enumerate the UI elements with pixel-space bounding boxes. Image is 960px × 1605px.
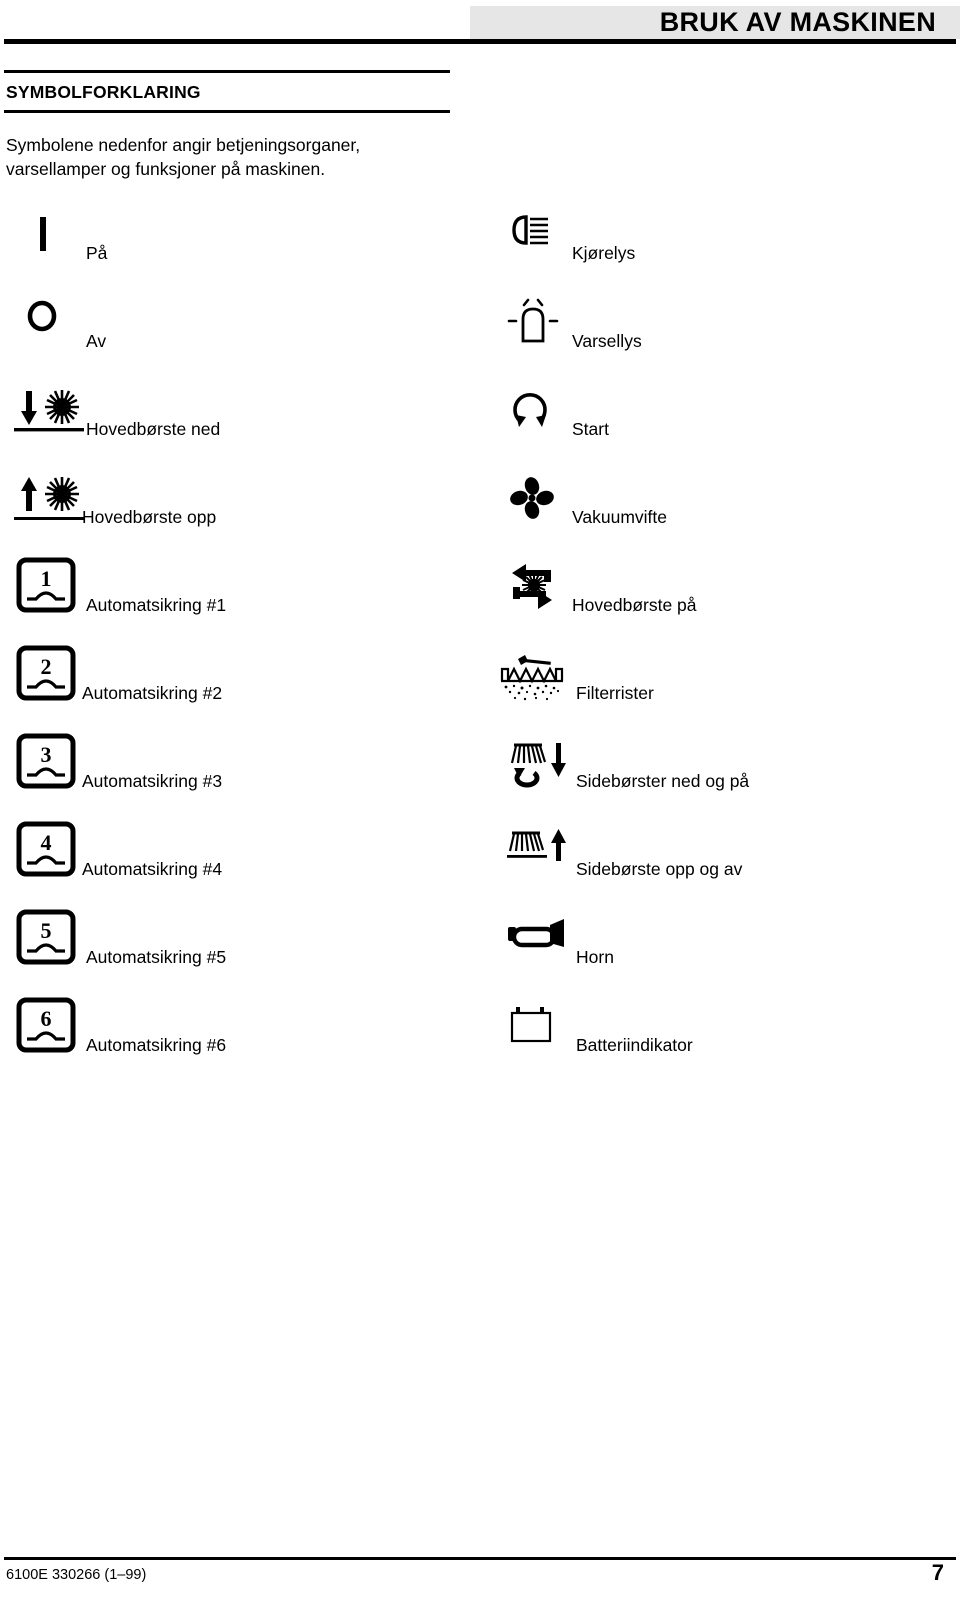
intro-paragraph: Symbolene nedenfor angir betjeningsorgan… — [6, 135, 361, 179]
symbol-label: Hovedbørste ned — [86, 419, 221, 439]
section-title: SYMBOLFORKLARING — [6, 82, 201, 102]
symbol-label: Kjørelys — [572, 243, 636, 263]
circuit-breaker-3-icon: 3 — [16, 733, 76, 789]
symbol-label: Automatsikring #4 — [82, 859, 223, 879]
symbol-row: På — [8, 205, 478, 293]
side-brush-up-off-icon — [500, 825, 570, 877]
symbol-row: Filterrister — [490, 645, 960, 733]
symbol-label: Vakuumvifte — [572, 507, 667, 527]
battery-indicator-icon — [504, 1003, 568, 1051]
svg-text:2: 2 — [41, 654, 52, 679]
symbol-label: Batteriindikator — [576, 1035, 693, 1055]
circuit-breaker-1-icon: 1 — [16, 557, 76, 613]
svg-text:3: 3 — [41, 742, 52, 767]
symbol-row: Start — [490, 381, 960, 469]
symbol-label: Start — [572, 419, 609, 439]
symbol-label: Automatsikring #5 — [86, 947, 227, 967]
symbol-row: Av — [8, 293, 478, 381]
footer-document-code: 6100E 330266 (1–99) — [6, 1567, 147, 1583]
circuit-breaker-5-icon: 5 — [16, 909, 76, 965]
symbol-row: Batteriindikator — [490, 997, 960, 1085]
footer-page-number: 7 — [931, 1560, 944, 1585]
symbol-row: Sidebørste opp og av — [490, 821, 960, 909]
symbol-row: Varsellys — [490, 293, 960, 381]
symbol-label: På — [86, 243, 108, 263]
symbol-label: Sidebørster ned og på — [576, 771, 750, 791]
circuit-breaker-4-icon: 4 — [16, 821, 76, 877]
side-brush-down-on-icon — [500, 737, 570, 789]
page-title: BRUK AV MASKINEN — [659, 7, 936, 37]
symbol-row: 2 Automatsikring #2 — [8, 645, 478, 733]
headlight-icon — [506, 213, 562, 253]
symbol-row: Hovedbørste ned — [8, 381, 478, 469]
horn-icon — [500, 917, 572, 961]
beacon-warning-light-icon — [502, 295, 564, 349]
symbol-row: 6 Automatsikring #6 — [8, 997, 478, 1085]
filter-shaker-icon — [492, 647, 578, 703]
start-key-icon — [506, 387, 562, 435]
symbol-row: Hovedbørste på — [490, 557, 960, 645]
symbol-label: Automatsikring #2 — [82, 683, 223, 703]
vacuum-fan-icon — [506, 475, 562, 523]
symbol-row: Kjørelys — [490, 205, 960, 293]
footer-rule — [4, 1557, 956, 1560]
symbol-label: Sidebørste opp og av — [576, 859, 743, 879]
svg-text:5: 5 — [41, 918, 52, 943]
symbol-label: Automatsikring #6 — [86, 1035, 227, 1055]
section-heading-block: SYMBOLFORKLARING — [4, 70, 450, 113]
symbol-row: 5 Automatsikring #5 — [8, 909, 478, 997]
section-rule-bottom — [4, 110, 450, 113]
symbol-row: 4 Automatsikring #4 — [8, 821, 478, 909]
page-header: BRUK AV MASKINEN — [0, 0, 960, 46]
symbol-label: Hovedbørste opp — [82, 507, 217, 527]
symbol-label: Automatsikring #3 — [82, 771, 223, 791]
main-brush-rotate-icon — [504, 557, 570, 615]
symbol-row: 3 Automatsikring #3 — [8, 733, 478, 821]
power-off-circle-icon — [26, 299, 62, 339]
circuit-breaker-2-icon: 2 — [16, 645, 76, 701]
symbol-label: Hovedbørste på — [572, 595, 697, 615]
svg-text:1: 1 — [41, 566, 52, 591]
svg-text:4: 4 — [41, 830, 52, 855]
header-rule — [4, 39, 956, 44]
svg-text:6: 6 — [41, 1006, 52, 1031]
symbol-label: Varsellys — [572, 331, 642, 351]
power-on-bar-icon — [30, 215, 56, 257]
circuit-breaker-6-icon: 6 — [16, 997, 76, 1053]
symbol-label: Horn — [576, 947, 614, 967]
symbol-row: Hovedbørste opp — [8, 469, 478, 557]
symbol-label: Filterrister — [576, 683, 654, 703]
symbol-row: Vakuumvifte — [490, 469, 960, 557]
symbol-row: Horn — [490, 909, 960, 997]
symbol-row: Sidebørster ned og på — [490, 733, 960, 821]
symbol-label: Av — [86, 331, 107, 351]
symbol-row: 1 Automatsikring #1 — [8, 557, 478, 645]
symbol-label: Automatsikring #1 — [86, 595, 227, 615]
